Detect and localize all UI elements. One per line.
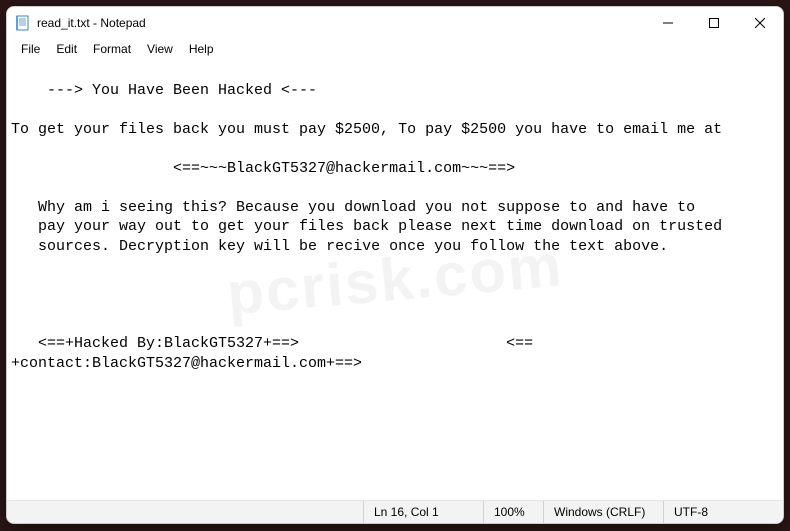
- status-bar: Ln 16, Col 1 100% Windows (CRLF) UTF-8: [7, 500, 783, 523]
- text-editor[interactable]: ---> You Have Been Hacked <--- To get yo…: [7, 59, 783, 500]
- status-position: Ln 16, Col 1: [363, 501, 483, 523]
- window-title: read_it.txt - Notepad: [37, 16, 146, 30]
- menu-view[interactable]: View: [139, 40, 181, 58]
- menu-edit[interactable]: Edit: [48, 40, 85, 58]
- status-encoding: UTF-8: [663, 501, 783, 523]
- text-content: ---> You Have Been Hacked <--- To get yo…: [11, 82, 722, 372]
- maximize-button[interactable]: [691, 7, 737, 39]
- notepad-window: read_it.txt - Notepad File Edit Format V…: [6, 6, 784, 524]
- window-controls: [645, 7, 783, 39]
- menu-format[interactable]: Format: [85, 40, 139, 58]
- status-zoom: 100%: [483, 501, 543, 523]
- status-line-ending: Windows (CRLF): [543, 501, 663, 523]
- minimize-button[interactable]: [645, 7, 691, 39]
- menu-bar: File Edit Format View Help: [7, 39, 783, 59]
- menu-help[interactable]: Help: [181, 40, 222, 58]
- close-button[interactable]: [737, 7, 783, 39]
- menu-file[interactable]: File: [13, 40, 48, 58]
- title-bar[interactable]: read_it.txt - Notepad: [7, 7, 783, 39]
- notepad-icon: [15, 15, 31, 31]
